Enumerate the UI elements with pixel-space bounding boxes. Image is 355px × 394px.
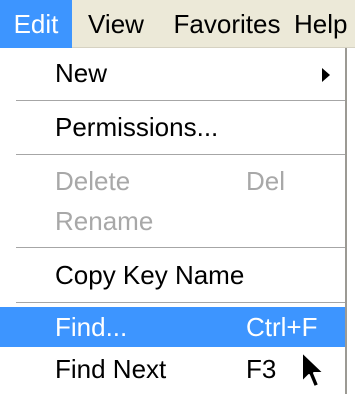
menu-item-find-next-shortcut: F3: [246, 354, 277, 384]
menu-help[interactable]: Help: [292, 0, 355, 48]
menu-item-new[interactable]: New: [0, 48, 345, 98]
menu-item-find-next[interactable]: Find Next F3: [0, 347, 345, 391]
menu-item-permissions[interactable]: Permissions...: [0, 104, 345, 150]
menu-item-rename-label: Rename: [55, 206, 154, 236]
menu-separator: [16, 302, 345, 304]
menu-separator: [16, 247, 345, 249]
menu-item-find-shortcut: Ctrl+F: [246, 312, 318, 342]
menu-edit[interactable]: Edit: [0, 0, 72, 48]
menu-item-copy-key-name[interactable]: Copy Key Name: [0, 252, 345, 298]
menu-separator: [16, 100, 345, 102]
menu-item-new-label: New: [55, 58, 108, 88]
registry-editor-edit-menu: Edit View Favorites Help New Permissions…: [0, 0, 355, 394]
menu-view[interactable]: View: [84, 0, 148, 48]
menu-item-rename: Rename: [0, 198, 345, 244]
menu-item-find-next-label: Find Next: [55, 354, 167, 384]
menu-item-copy-key-name-label: Copy Key Name: [55, 260, 245, 290]
menu-item-permissions-label: Permissions...: [55, 112, 219, 142]
menu-item-find-label: Find...: [55, 312, 128, 342]
mouse-pointer-icon: [301, 351, 325, 388]
submenu-arrow-icon: [322, 68, 330, 82]
menu-bar: Edit View Favorites Help: [0, 0, 355, 48]
menu-separator: [16, 154, 345, 156]
menu-item-find[interactable]: Find... Ctrl+F: [0, 307, 345, 347]
edit-dropdown-menu: New Permissions... Delete Del Rename Cop…: [0, 48, 347, 394]
menu-favorites[interactable]: Favorites: [172, 0, 282, 48]
